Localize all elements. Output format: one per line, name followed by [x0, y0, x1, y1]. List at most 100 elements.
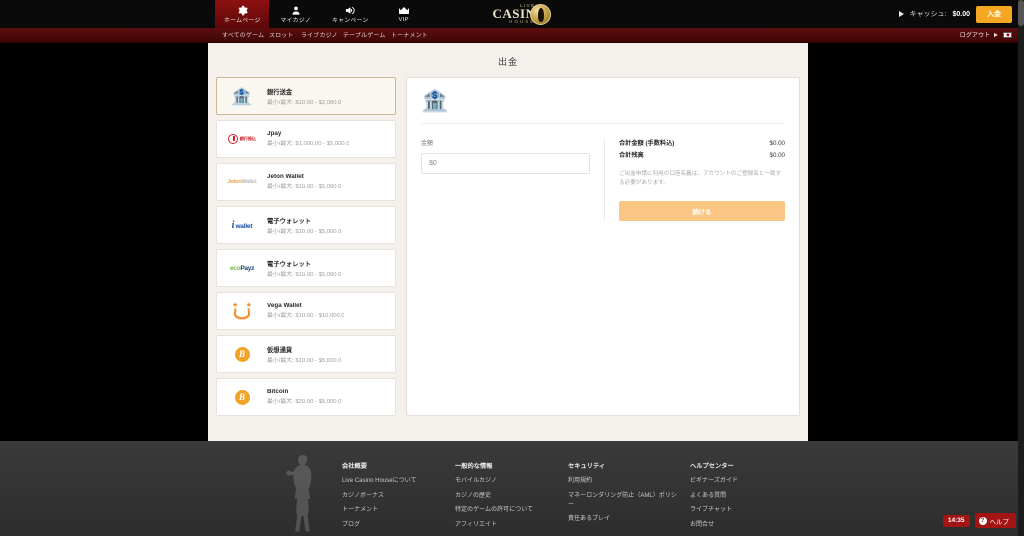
- jpay-logo-icon: 銀行振込: [225, 126, 259, 152]
- nav-label-mycasino: マイカジノ: [280, 17, 312, 24]
- total-balance-value: $0.00: [769, 152, 785, 159]
- footer-column-company: 会社概要 Live Casino Houseについて カジノボーナス トーナメン…: [342, 461, 455, 536]
- footer-heading-general: 一般的な情報: [455, 463, 493, 471]
- method-name: 銀行送金: [267, 89, 293, 96]
- site-footer: 会社概要 Live Casino Houseについて カジノボーナス トーナメン…: [0, 441, 1024, 536]
- help-button-label: ヘルプ: [989, 518, 1010, 526]
- subnav-item-all-games[interactable]: すべてのゲーム: [222, 31, 264, 40]
- total-amount-label: 合計金額 (手数料込): [619, 140, 675, 147]
- help-button[interactable]: ? ヘルプ: [974, 513, 1016, 528]
- nav-label-campaign: キャンペーン: [331, 17, 369, 24]
- top-header: ホームページ マイカジノ キャンペーン VIP LIVE CASIN HOUSE…: [0, 0, 1024, 28]
- footer-link-mobile-casino[interactable]: モバイルカジノ: [455, 477, 564, 486]
- account-expand-icon[interactable]: [898, 11, 904, 17]
- subnav-item-slots[interactable]: スロット: [269, 31, 294, 40]
- method-item-jpay[interactable]: 銀行振込 Jpay 最小/最大: $1,000.00 - $5,000.00: [216, 120, 396, 158]
- cash-amount: $0.00: [952, 10, 970, 18]
- main-navigation: ホームページ マイカジノ キャンペーン VIP: [215, 0, 431, 28]
- sub-navigation: すべてのゲーム スロット ライブカジノ テーブルゲーム トーナメント: [222, 31, 428, 40]
- nav-item-homepage[interactable]: ホームページ: [215, 0, 269, 28]
- footer-link-tournament[interactable]: トーナメント: [342, 506, 451, 515]
- total-amount-row: 合計金額 (手数料込) $0.00: [619, 138, 785, 147]
- jeton-logo-icon: JetonWallet: [227, 179, 257, 185]
- dealer-silhouette-image: [286, 455, 312, 532]
- clock-display: 14:35: [942, 514, 970, 527]
- nav-item-vip[interactable]: VIP: [377, 0, 431, 28]
- subnav-item-live-casino[interactable]: ライブカジノ: [301, 31, 338, 40]
- deposit-button[interactable]: 入金: [976, 5, 1012, 23]
- panel-header: 🏦: [421, 90, 785, 124]
- footer-heading-help: ヘルプセンター: [690, 463, 734, 471]
- bitcoin-icon: B: [225, 384, 259, 410]
- sub-navigation-bar: すべてのゲーム スロット ライブカジノ テーブルゲーム トーナメント ログアウト: [0, 28, 1024, 43]
- amount-input[interactable]: [421, 153, 590, 174]
- method-range: 最小/最大: $10.00 - $5,000.00: [267, 357, 342, 364]
- page-title: 出金: [497, 57, 518, 67]
- footer-link-about[interactable]: Live Casino Houseについて: [342, 477, 451, 486]
- method-item-iwallet[interactable]: i wallet 電子ウォレット 最小/最大: $10.00 - $5,000.0…: [216, 206, 396, 244]
- nav-item-campaign[interactable]: キャンペーン: [323, 0, 377, 28]
- footer-link-responsible-play[interactable]: 責任あるプレイ: [568, 515, 677, 524]
- method-range: 最小/最大: $10.00 - $5,000.00: [267, 183, 342, 190]
- nav-item-mycasino[interactable]: マイカジノ: [269, 0, 323, 28]
- total-balance-row: 合計残高 $0.00: [619, 150, 785, 159]
- footer-link-blog[interactable]: ブログ: [342, 521, 451, 530]
- footer-link-faq[interactable]: よくある質問: [690, 492, 799, 501]
- method-name: Vega Wallet: [267, 303, 302, 310]
- footer-column-security: セキュリティ 利用規約 マネーロンダリング防止（AML）ポリシー 責任あるプレイ: [568, 461, 690, 536]
- content-columns: 🏦 銀行送金 最小/最大: $10.00 - $2,000.00 銀行振込 Jp…: [208, 77, 808, 416]
- iwallet-logo-icon: i wallet: [231, 219, 253, 231]
- footer-link-beginners-guide[interactable]: ビギナーズガイド: [690, 477, 799, 486]
- footer-link-terms[interactable]: 利用規約: [568, 477, 677, 486]
- subnav-item-tournament[interactable]: トーナメント: [391, 31, 428, 40]
- person-icon: [291, 5, 301, 16]
- footer-columns: 会社概要 Live Casino Houseについて カジノボーナス トーナメン…: [342, 461, 803, 536]
- scrollbar-track[interactable]: [1018, 0, 1024, 536]
- footer-link-affiliate[interactable]: アフィリエイト: [455, 521, 564, 530]
- method-range: 最小/最大: $10.00 - $10,000.00: [267, 312, 345, 319]
- megaphone-icon: [344, 5, 356, 16]
- method-name: 電子ウォレット: [267, 218, 312, 225]
- method-item-bitcoin[interactable]: B Bitcoin 最小/最大: $20.00 - $5,000.00: [216, 378, 396, 416]
- method-range: 最小/最大: $10.00 - $5,000.00: [267, 228, 342, 235]
- sub-nav-right: ログアウト: [960, 31, 1024, 40]
- cash-label: キャッシュ:: [909, 11, 947, 18]
- amount-label: 金額: [421, 141, 434, 147]
- method-item-bank-transfer[interactable]: 🏦 銀行送金 最小/最大: $10.00 - $2,000.00: [216, 77, 396, 115]
- site-logo[interactable]: LIVE CASIN HOUSE: [467, 0, 577, 28]
- footer-link-live-chat[interactable]: ライブチャット: [690, 506, 799, 515]
- crown-icon: [398, 5, 410, 16]
- bitcoin-icon: B: [225, 341, 259, 367]
- panel-body: 金額 合計金額 (手数料込) $0.00 合計残高 $0.00 ご出金申請に利用…: [421, 124, 785, 222]
- method-item-jeton-wallet[interactable]: JetonWallet Jeton Wallet 最小/最大: $10.00 -…: [216, 163, 396, 201]
- bank-icon: 🏦: [421, 88, 449, 113]
- subnav-item-table-games[interactable]: テーブルゲーム: [343, 31, 386, 40]
- payment-method-list: 🏦 銀行送金 最小/最大: $10.00 - $2,000.00 銀行振込 Jp…: [216, 77, 396, 416]
- method-item-cryptocurrency[interactable]: B 仮想通貨 最小/最大: $10.00 - $5,000.00: [216, 335, 396, 373]
- withdrawal-form-panel: 🏦 金額 合計金額 (手数料込) $0.00 合計残高: [406, 77, 800, 416]
- method-name: Jpay: [267, 131, 282, 138]
- method-range: 最小/最大: $1,000.00 - $5,000.00: [267, 140, 349, 147]
- footer-heading-company: 会社概要: [342, 463, 367, 471]
- scrollbar-thumb[interactable]: [1018, 0, 1024, 26]
- account-area: キャッシュ: $0.00 入金: [898, 0, 1024, 28]
- summary-section: 合計金額 (手数料込) $0.00 合計残高 $0.00 ご出金申請に利用の口座…: [604, 138, 785, 222]
- total-balance-label: 合計残高: [619, 152, 644, 159]
- method-item-vega-wallet[interactable]: ★ ★ Vega Wallet 最小/最大: $10.00 - $10,000.0…: [216, 292, 396, 330]
- footer-link-casino-history[interactable]: カジノの歴史: [455, 492, 564, 501]
- method-item-ecopayz[interactable]: ecoPayz 電子ウォレット 最小/最大: $10.00 - $5,000.0…: [216, 249, 396, 287]
- total-amount-value: $0.00: [769, 140, 785, 147]
- footer-link-aml-policy[interactable]: マネーロンダリング防止（AML）ポリシー: [568, 491, 677, 509]
- jp-flag-icon[interactable]: [1003, 32, 1012, 38]
- footer-column-general: 一般的な情報 モバイルカジノ カジノの歴史 特定のゲームの許可について アフィリ…: [455, 461, 568, 536]
- footer-link-contact[interactable]: お問合せ: [690, 521, 799, 530]
- continue-button[interactable]: 続ける: [619, 201, 785, 222]
- nav-label-homepage: ホームページ: [223, 17, 261, 24]
- method-range: 最小/最大: $10.00 - $5,000.00: [267, 271, 342, 278]
- amount-section: 金額: [421, 138, 604, 221]
- method-name: Bitcoin: [267, 389, 289, 396]
- footer-link-game-license[interactable]: 特定のゲームの許可について: [455, 506, 564, 515]
- gear-icon: [237, 5, 248, 16]
- logout-link[interactable]: ログアウト: [960, 31, 991, 40]
- footer-link-bonus[interactable]: カジノボーナス: [342, 492, 451, 501]
